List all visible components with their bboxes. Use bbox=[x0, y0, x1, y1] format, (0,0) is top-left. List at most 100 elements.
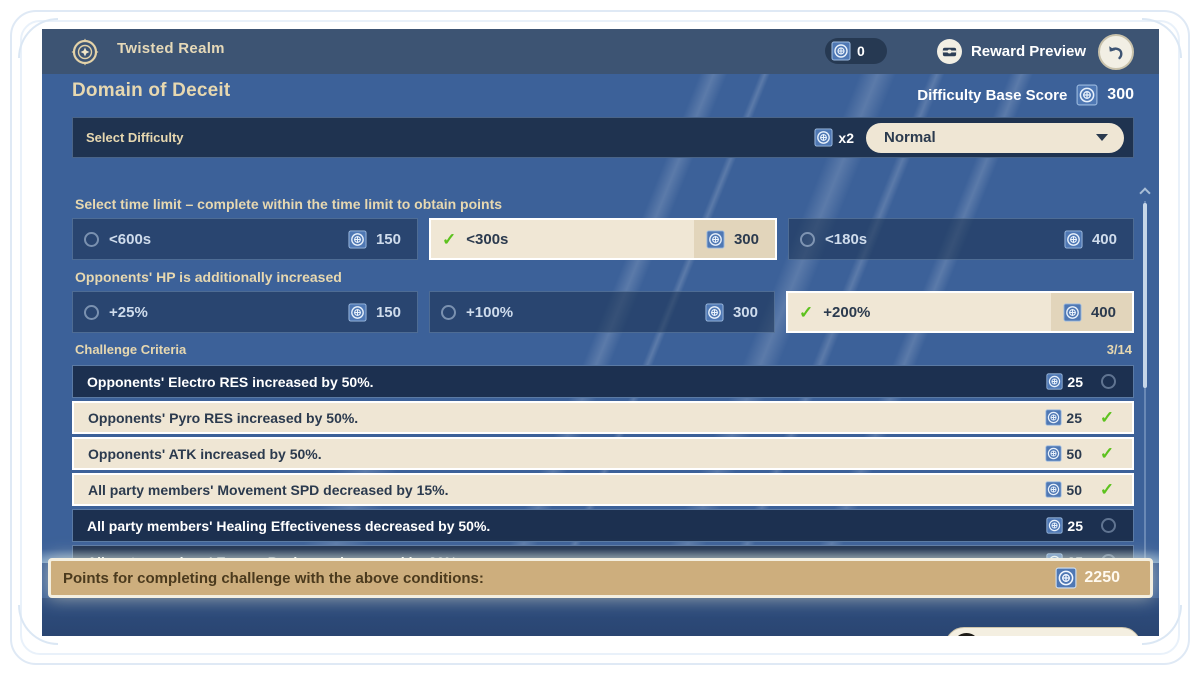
scroll-up-icon[interactable] bbox=[1139, 187, 1151, 199]
chevron-down-icon bbox=[1096, 133, 1108, 141]
reward-preview-label: Reward Preview bbox=[970, 43, 1086, 60]
criteria-text: Opponents' Electro RES increased by 50%. bbox=[87, 373, 374, 390]
criteria-score-value: 50 bbox=[1066, 481, 1082, 498]
score-icon bbox=[814, 128, 833, 147]
score-icon bbox=[1046, 517, 1063, 534]
time-limit-option-score-value: 150 bbox=[375, 230, 401, 248]
hp-increase-options: +25% 150 +100% 300 ✓ +200% 400 bbox=[72, 291, 1134, 333]
criteria-row[interactable]: Opponents' Electro RES increased by 50%.… bbox=[72, 365, 1134, 398]
check-icon: ✓ bbox=[1099, 480, 1115, 499]
scrollbar-thumb[interactable] bbox=[1143, 203, 1147, 388]
points-chip-value: 0 bbox=[857, 43, 865, 59]
score-icon bbox=[1063, 302, 1082, 322]
compass-emblem-icon bbox=[71, 38, 99, 66]
back-button[interactable] bbox=[1098, 34, 1134, 70]
base-score-label: Difficulty Base Score bbox=[917, 86, 1068, 104]
check-icon: ✓ bbox=[442, 229, 457, 249]
criteria-score-value: 25 bbox=[1066, 409, 1082, 426]
time-limit-label: Select time limit – complete within the … bbox=[75, 196, 503, 212]
radio-icon bbox=[84, 304, 99, 320]
select-difficulty-label: Select Difficulty bbox=[86, 130, 184, 145]
difficulty-multiplier-value: x2 bbox=[838, 129, 854, 146]
criteria-score: 25 bbox=[1045, 409, 1082, 426]
total-points-value-group: 2250 bbox=[1055, 567, 1120, 589]
score-icon bbox=[1055, 567, 1077, 589]
score-icon bbox=[348, 302, 367, 322]
difficulty-multiplier: x2 bbox=[814, 128, 854, 147]
reward-preview-button[interactable]: Reward Preview bbox=[936, 38, 1086, 65]
criteria-score: 25 bbox=[1046, 373, 1083, 390]
total-points-value: 2250 bbox=[1084, 569, 1120, 586]
hp-increase-option-score: 300 bbox=[693, 292, 774, 332]
start-button[interactable]: Start bbox=[945, 627, 1141, 636]
radio-icon bbox=[800, 231, 815, 247]
time-limit-option-score: 300 bbox=[693, 220, 775, 258]
score-icon bbox=[1064, 229, 1083, 249]
score-icon bbox=[705, 302, 724, 322]
score-icon bbox=[1046, 373, 1063, 390]
criteria-state[interactable]: ✓ bbox=[1082, 481, 1132, 498]
score-icon bbox=[1045, 409, 1062, 426]
difficulty-base-score: Difficulty Base Score 300 bbox=[917, 84, 1134, 106]
total-points-bar: Points for completing challenge with the… bbox=[48, 558, 1153, 598]
criteria-score: 50 bbox=[1045, 481, 1082, 498]
score-icon bbox=[831, 41, 851, 61]
hp-increase-option-score: 400 bbox=[1050, 293, 1132, 331]
challenge-criteria-count: 3/14 bbox=[1106, 342, 1132, 357]
hp-increase-option-label: +100% bbox=[466, 303, 514, 321]
challenge-criteria-label: Challenge Criteria bbox=[75, 342, 187, 357]
difficulty-selected-value: Normal bbox=[884, 129, 936, 146]
realm-title: Twisted Realm bbox=[117, 40, 225, 57]
hp-increase-option-label: +25% bbox=[109, 303, 148, 321]
criteria-state[interactable]: ✓ bbox=[1082, 445, 1132, 462]
score-icon bbox=[1076, 84, 1098, 106]
score-icon bbox=[1045, 481, 1062, 498]
hp-increase-option-score-value: 400 bbox=[1090, 303, 1116, 321]
hp-increase-option-score-value: 300 bbox=[732, 303, 758, 321]
criteria-row[interactable]: All party members' Healing Effectiveness… bbox=[72, 509, 1134, 542]
time-limit-option[interactable]: <180s 400 bbox=[788, 218, 1134, 260]
time-limit-option-score-value: 400 bbox=[1091, 230, 1117, 248]
criteria-state[interactable] bbox=[1083, 518, 1133, 533]
time-limit-option-label: <180s bbox=[825, 230, 868, 248]
criteria-text: All party members' Healing Effectiveness… bbox=[87, 517, 491, 534]
time-limit-option-score: 400 bbox=[1052, 219, 1133, 259]
time-limit-option[interactable]: <600s 150 bbox=[72, 218, 418, 260]
hp-increase-option-score: 150 bbox=[336, 292, 417, 332]
hp-increase-option-score-value: 150 bbox=[375, 303, 401, 321]
radio-icon bbox=[1100, 518, 1116, 533]
check-icon: ✓ bbox=[1099, 444, 1115, 463]
time-limit-options: <600s 150 ✓ <300s 300 <180s 400 bbox=[72, 218, 1134, 260]
points-chip: 0 bbox=[825, 38, 887, 64]
select-difficulty-row: Select Difficulty x2 Normal bbox=[72, 117, 1134, 158]
criteria-state[interactable] bbox=[1083, 374, 1133, 389]
hp-increase-option[interactable]: +100% 300 bbox=[429, 291, 775, 333]
hp-increase-option[interactable]: +25% 150 bbox=[72, 291, 418, 333]
radio-icon bbox=[84, 231, 99, 247]
criteria-score: 25 bbox=[1046, 517, 1083, 534]
check-icon: ✓ bbox=[799, 302, 814, 322]
score-icon bbox=[348, 229, 367, 249]
criteria-state[interactable]: ✓ bbox=[1082, 409, 1132, 426]
criteria-scrollbar[interactable] bbox=[1139, 187, 1151, 581]
coin-icon bbox=[953, 632, 980, 636]
time-limit-option[interactable]: ✓ <300s 300 bbox=[429, 218, 777, 260]
hp-increase-option[interactable]: ✓ +200% 400 bbox=[786, 291, 1134, 333]
chest-icon bbox=[936, 39, 962, 64]
criteria-score-value: 25 bbox=[1067, 517, 1083, 534]
time-limit-option-label: <600s bbox=[109, 230, 152, 248]
total-points-label: Points for completing challenge with the… bbox=[63, 569, 484, 587]
criteria-score-value: 25 bbox=[1067, 373, 1083, 390]
time-limit-option-score-value: 300 bbox=[733, 230, 759, 248]
criteria-row[interactable]: Opponents' Pyro RES increased by 50%. 25 ✓ bbox=[72, 401, 1134, 434]
difficulty-dropdown[interactable]: Normal bbox=[866, 122, 1124, 153]
time-limit-option-score: 150 bbox=[336, 219, 417, 259]
criteria-row[interactable]: Opponents' ATK increased by 50%. 50 ✓ bbox=[72, 437, 1134, 470]
title-bar: Twisted Realm 0 Reward Preview bbox=[42, 29, 1159, 74]
criteria-text: All party members' Movement SPD decrease… bbox=[88, 481, 449, 498]
criteria-row[interactable]: All party members' Movement SPD decrease… bbox=[72, 473, 1134, 506]
twisted-realm-panel: Twisted Realm 0 Reward Preview Domain of… bbox=[42, 29, 1159, 636]
hp-increase-label: Opponents' HP is additionally increased bbox=[75, 269, 342, 285]
base-score-value: 300 bbox=[1107, 86, 1134, 103]
page-title: Domain of Deceit bbox=[72, 80, 231, 101]
